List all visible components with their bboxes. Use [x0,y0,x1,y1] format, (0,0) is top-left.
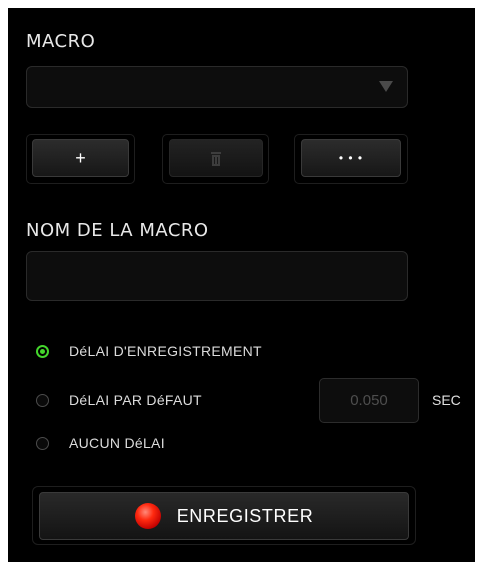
macro-name-title: NOM DE LA MACRO [26,220,209,241]
no-delay-label: AUCUN DéLAI [69,435,165,451]
macro-panel: MACRO + • • • NOM DE LA MACRO DéLAI D'EN… [8,8,475,562]
macro-select-dropdown[interactable] [26,66,408,108]
default-delay-label: DéLAI PAR DéFAUT [69,392,202,408]
chevron-down-icon [379,81,393,92]
radio-record-delay[interactable]: DéLAI D'ENREGISTREMENT [36,341,262,361]
more-options-button[interactable]: • • • [301,139,401,177]
add-macro-button[interactable]: + [32,139,129,177]
macro-name-input[interactable] [26,251,408,301]
radio-unselected-icon[interactable] [36,436,49,450]
radio-default-delay[interactable]: DéLAI PAR DéFAUT [36,390,202,410]
record-button-label: ENREGISTRER [176,505,314,526]
record-button[interactable]: ENREGISTRER [39,492,409,540]
macro-title: MACRO [26,31,96,52]
record-delay-label: DéLAI D'ENREGISTREMENT [69,343,262,359]
default-delay-input[interactable]: 0.050 [319,378,419,423]
radio-no-delay[interactable]: AUCUN DéLAI [36,433,165,453]
radio-unselected-icon[interactable] [36,393,49,407]
record-icon [134,503,161,529]
delay-unit-label: SEC [432,392,461,408]
trash-icon [211,152,221,166]
radio-selected-icon[interactable] [36,344,49,358]
delete-macro-button[interactable] [169,139,263,177]
